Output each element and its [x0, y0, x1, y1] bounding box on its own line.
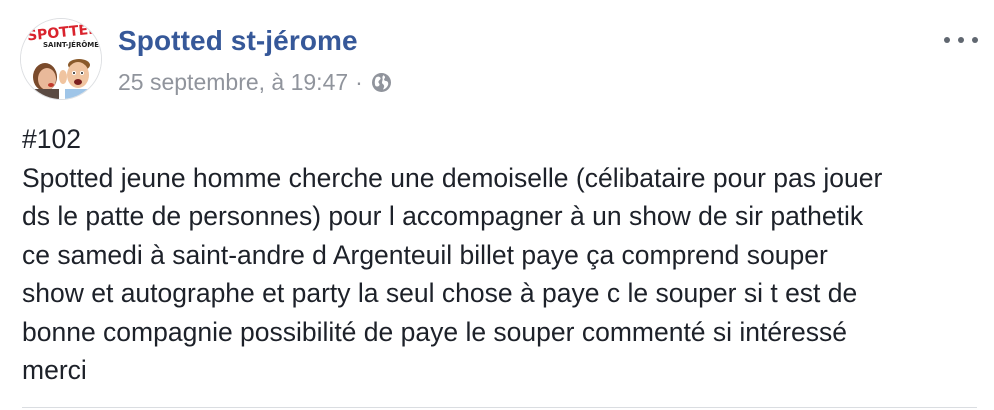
post-body-line: Spotted jeune homme cherche une demoisel…: [22, 162, 883, 193]
svg-text:SAINT-JÉRÔME: SAINT-JÉRÔME: [43, 40, 99, 49]
post-body-line: show et autographe et party la seul chos…: [22, 278, 858, 308]
more-options-icon[interactable]: [944, 30, 978, 50]
globe-icon[interactable]: [371, 72, 392, 93]
post-body: #102 Spotted jeune homme cherche une dem…: [22, 120, 977, 390]
post-timestamp[interactable]: 25 septembre, à 19:47: [118, 69, 348, 96]
page-avatar[interactable]: SPOTTED SAINT-JÉRÔME: [20, 18, 102, 100]
post-body-line: ce samedi à saint-andre d Argenteuil bil…: [22, 239, 828, 270]
avatar-image: SPOTTED SAINT-JÉRÔME: [21, 19, 101, 99]
post-divider: [22, 407, 977, 408]
post-meta: 25 septembre, à 19:47 ·: [118, 68, 392, 96]
post-body-line: bonne compagnie possibilité de paye le s…: [22, 316, 847, 347]
post-body-line: merci: [22, 355, 87, 385]
page-name-link[interactable]: Spotted st-jérome: [118, 25, 358, 57]
post-body-line: #102: [22, 124, 81, 154]
facebook-post: SPOTTED SAINT-JÉRÔME Spotted st-jérome 2…: [0, 0, 994, 410]
post-body-line: ds le patte de personnes) pour l accompa…: [22, 201, 864, 231]
meta-separator: ·: [355, 68, 363, 95]
